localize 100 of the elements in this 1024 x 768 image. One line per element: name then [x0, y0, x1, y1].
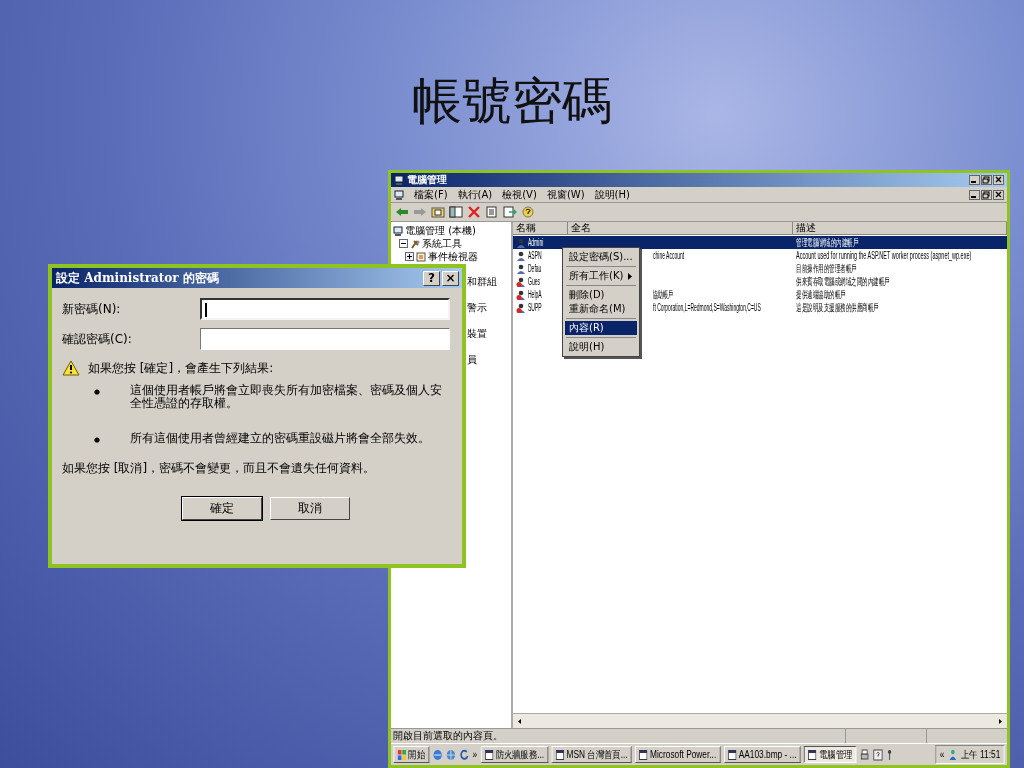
tree-item[interactable]: 和群組 — [467, 276, 511, 289]
close-button[interactable]: × — [442, 270, 459, 286]
field-label: 新密碼(N): — [62, 302, 122, 316]
taskbar-button[interactable]: AA103.bmp - ... — [723, 746, 801, 763]
computer-icon — [394, 175, 404, 185]
window-icon — [639, 749, 648, 760]
dialog-title: 設定 Administrator 的密碼 — [56, 269, 220, 287]
field-label: 確認密碼(C): — [62, 332, 133, 346]
cell-text: 目前操作用的管理者帳戶 — [796, 262, 857, 275]
cell-text: 管理電腦/網域的內建帳戶 — [796, 236, 859, 249]
tree-item[interactable]: 事件檢視器 — [428, 250, 478, 263]
cancel-button[interactable]: 取消 — [270, 497, 350, 520]
window-icon — [727, 749, 737, 760]
column-header[interactable]: 全名 — [568, 222, 793, 235]
cell-text: Defau — [528, 262, 542, 275]
menu-item[interactable]: 檔案(F) — [414, 188, 448, 201]
collapse-icon[interactable] — [399, 239, 408, 248]
taskbar-button[interactable]: 防火牆服務... — [480, 746, 549, 763]
cell-text: Account used for running the ASP.NET worker process (aspnet_wp.exe) — [796, 249, 972, 262]
menu-item[interactable]: 說明(H) — [594, 188, 630, 201]
help-button[interactable]: ? — [423, 270, 440, 286]
computer-icon — [394, 189, 404, 200]
submenu-arrow-icon — [627, 272, 634, 280]
computer-icon — [393, 225, 403, 236]
menu-item[interactable]: 所有工作(K) — [565, 269, 638, 283]
help-icon[interactable] — [873, 748, 884, 761]
warning-icon — [62, 360, 80, 376]
close-button[interactable] — [993, 175, 1004, 185]
ok-button[interactable]: 確定 — [182, 497, 262, 520]
window-icon — [484, 749, 493, 760]
scrollbar[interactable] — [513, 713, 1007, 728]
cell-text: HelpA — [528, 288, 542, 301]
cell-text: 這是說明及支援服務的供應商帳戶 — [796, 301, 879, 314]
note-text: 如果您按 [取消]，密碼不會變更，而且不會遺失任何資料。 — [62, 461, 377, 475]
tree-item[interactable]: 裝置 — [467, 328, 511, 341]
taskbar-button[interactable]: 電腦管理 — [804, 746, 857, 763]
menu-item[interactable]: 視窗(W) — [546, 188, 585, 201]
window-title: 電腦管理 — [407, 174, 448, 186]
cell-text: 供來賓存取電腦或網域之間的內建帳戶 — [796, 275, 890, 288]
menu-item[interactable]: 檢視(V) — [502, 188, 537, 201]
tray-expand-button[interactable]: « — [939, 748, 945, 761]
bullet-text: 這個使用者帳戶將會立即喪失所有加密檔案、密碼及個人安全性憑證的存取權。 — [130, 384, 443, 410]
cell-text: Gues — [528, 275, 540, 288]
properties-icon[interactable] — [485, 206, 499, 218]
log-icon — [416, 251, 426, 262]
bullet-icon — [94, 389, 100, 395]
pin-icon[interactable] — [886, 748, 894, 761]
menu-item[interactable]: 執行(A) — [457, 188, 493, 201]
expand-icon[interactable] — [405, 252, 414, 261]
password-field[interactable] — [200, 328, 450, 350]
printer-icon[interactable] — [859, 748, 870, 761]
restore-button[interactable] — [981, 189, 992, 200]
clock: 上午 11:51 — [961, 748, 1001, 761]
window-icon — [555, 749, 565, 760]
cell-text: SUPP — [528, 301, 542, 314]
taskbar-button[interactable]: MSN 台灣首頁... — [551, 746, 632, 763]
tree-item[interactable]: 警示 — [467, 302, 511, 315]
minimize-button[interactable] — [969, 175, 980, 185]
menu-item[interactable]: 刪除(D) — [565, 288, 638, 302]
tools-icon — [410, 238, 420, 249]
help-icon[interactable] — [521, 206, 535, 218]
tree-item[interactable]: 電腦管理 (本機) — [405, 224, 476, 237]
refresh-icon[interactable] — [459, 748, 470, 761]
cell-text: 提供遠端協助的帳戶 — [796, 288, 846, 301]
cell-text: ft Corporation,L=Redmond,S=Washington,C=US — [653, 301, 761, 314]
bullet-icon — [94, 437, 100, 443]
cell-text: Admini — [528, 236, 544, 249]
menu-item[interactable]: 說明(H) — [565, 340, 638, 354]
export-icon[interactable] — [503, 206, 517, 218]
back-arrow-icon[interactable] — [395, 206, 409, 218]
overflow-button[interactable]: » — [472, 748, 478, 761]
cell-text: chine Account — [653, 249, 685, 262]
menu-item[interactable]: 重新命名(M) — [565, 302, 638, 316]
close-button[interactable] — [993, 189, 1004, 200]
cell-text: ASPN — [528, 249, 542, 262]
window-icon — [808, 749, 817, 760]
password-field[interactable] — [200, 298, 450, 320]
selected-row[interactable]: Admini 管理電腦/網域的內建帳戶 — [513, 236, 1007, 249]
cell-text: 協助帳戶 — [653, 288, 673, 301]
right-arrow-icon — [996, 716, 1005, 726]
pane-icon[interactable] — [449, 206, 463, 218]
column-header[interactable]: 描述 — [793, 222, 1007, 235]
menu-item[interactable]: 設定密碼(S)... — [565, 250, 638, 264]
minimize-button[interactable] — [969, 189, 980, 200]
start-button[interactable]: 開始 — [393, 746, 430, 763]
flag-icon — [397, 749, 406, 760]
bullet-text: 所有這個使用者曾經建立的密碼重設磁片將會全部失效。 — [130, 432, 431, 445]
column-header[interactable]: 名稱 — [513, 222, 568, 235]
left-arrow-icon — [515, 716, 524, 726]
tree-item[interactable]: 系統工具 — [422, 237, 462, 250]
folder-icon[interactable] — [431, 206, 445, 218]
tree-item[interactable]: 員 — [467, 354, 511, 367]
slide-title: 帳號密碼 — [411, 71, 613, 132]
taskbar-button[interactable]: Microsoft Power... — [635, 746, 721, 763]
status-text: 開啟目前選取的內容頁。 — [392, 729, 504, 743]
delete-icon[interactable] — [467, 206, 481, 218]
browser-icon[interactable] — [432, 748, 443, 761]
menu-item[interactable]: 內容(R) — [565, 321, 638, 335]
warning-text: 如果您按 [確定]，會產生下列結果: — [88, 361, 274, 375]
restore-button[interactable] — [981, 175, 992, 185]
